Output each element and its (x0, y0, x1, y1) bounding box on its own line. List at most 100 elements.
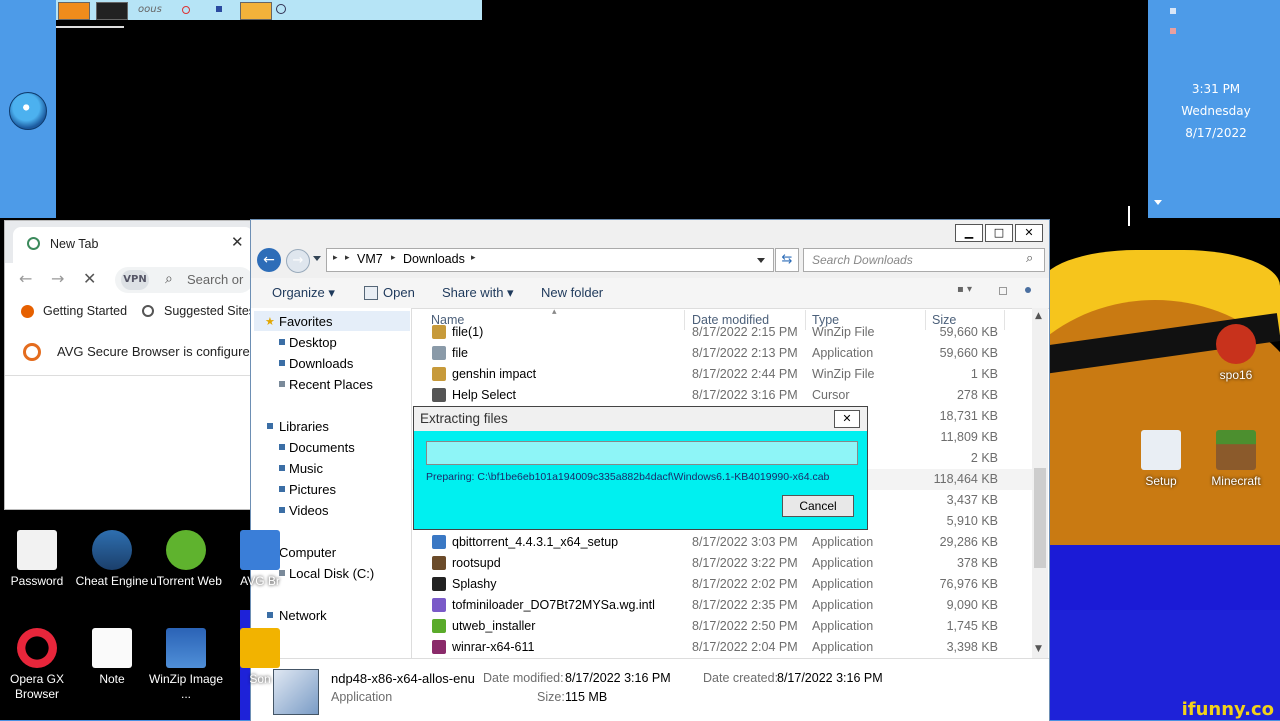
desktop-icon-app[interactable]: Son (222, 628, 298, 687)
address-placeholder: Search or (187, 272, 244, 287)
taskbar-button[interactable] (96, 2, 128, 20)
vpn-icon[interactable]: VPN (121, 270, 149, 290)
nav-documents[interactable]: Documents (289, 440, 355, 455)
address-bar[interactable]: VPN ⌕ Search or (115, 267, 253, 293)
bookmark-getting-started[interactable]: Getting Started (43, 304, 127, 318)
file-icon (432, 367, 446, 381)
desktop-icon-note[interactable]: Note (74, 628, 150, 687)
close-button[interactable]: ✕ (1015, 224, 1043, 242)
table-row[interactable]: winrar-x64-611 8/17/2022 2:04 PM Applicati… (412, 637, 1032, 658)
file-name: winrar-x64-611 (452, 640, 535, 654)
forward-arrow-icon[interactable]: → (51, 269, 64, 288)
network-icon (267, 612, 273, 618)
close-tab-icon[interactable]: ✕ (231, 233, 244, 251)
desktop-icon-document[interactable]: Password (0, 530, 75, 589)
search-icon[interactable] (276, 4, 286, 14)
maximize-button[interactable]: □ (985, 224, 1013, 242)
dialog-status: Preparing: C:\bf1be6eb101a194009c335a882… (426, 471, 830, 483)
scrollbar-thumb[interactable] (1034, 468, 1046, 568)
chevron-down-icon[interactable] (757, 258, 765, 263)
preview-pane-icon[interactable] (999, 287, 1007, 295)
nav-libraries[interactable]: Libraries (279, 419, 329, 434)
chevron-down-icon[interactable] (313, 256, 321, 261)
open-button[interactable]: Open (383, 285, 415, 300)
pictures-icon (279, 486, 285, 492)
table-row[interactable]: file(1) 8/17/2022 2:15 PM WinZip File 59,66… (412, 322, 1032, 343)
table-row[interactable]: utweb_installer 8/17/2022 2:50 PM Applicat… (412, 616, 1032, 637)
table-row[interactable]: Splashy 8/17/2022 2:02 PM Application 76,97… (412, 574, 1032, 595)
nav-favorites[interactable]: Favorites (279, 314, 332, 329)
table-row[interactable]: Help Select 8/17/2022 3:16 PM Cursor 278 KB (412, 385, 1032, 406)
file-size: 118,464 KB (933, 472, 998, 486)
nav-pictures[interactable]: Pictures (289, 482, 336, 497)
record-icon[interactable] (182, 6, 190, 14)
cancel-button[interactable]: Cancel (782, 495, 854, 517)
back-arrow-icon[interactable]: ← (19, 269, 32, 288)
file-name: file (452, 346, 468, 360)
table-row[interactable]: file 8/17/2022 2:13 PM Application 59,660 K… (412, 343, 1032, 364)
table-row[interactable]: genshin impact 8/17/2022 2:44 PM WinZip Fi… (412, 364, 1032, 385)
tray-icon[interactable] (1170, 28, 1176, 34)
dialog-titlebar[interactable]: Extracting files ✕ (414, 407, 867, 431)
desktop-icon-avg[interactable]: AVG Br (222, 530, 298, 589)
views-icon[interactable]: ▪ ▾ (957, 284, 972, 295)
desktop-icon-cheat-engine[interactable]: Cheat Engine (74, 530, 150, 589)
desktop-icon-setup[interactable]: Setup (1123, 430, 1199, 489)
taskbar-button[interactable] (58, 2, 90, 20)
nav-videos[interactable]: Videos (289, 503, 329, 518)
help-icon[interactable] (1025, 287, 1031, 293)
scroll-up-icon[interactable]: ▲ (1035, 311, 1042, 321)
scroll-down-icon[interactable]: ▼ (1035, 644, 1042, 654)
file-type: Application (812, 619, 874, 633)
table-row[interactable]: tofminiloader_DO7Bt72MYSa.wg.intl 8/17/20… (412, 595, 1032, 616)
forward-arrow-icon[interactable]: → (286, 249, 310, 273)
minimize-button[interactable]: ▁ (955, 224, 983, 242)
table-row[interactable]: rootsupd 8/17/2022 3:22 PM Application 378 … (412, 553, 1032, 574)
tab-new-tab[interactable]: New Tab ✕ (13, 227, 253, 263)
taskbar-strip: oous (56, 0, 482, 20)
table-row[interactable]: qbittorrent_4.4.3.1_x64_setup 8/17/2022 3… (412, 532, 1032, 553)
explorer-titlebar[interactable]: ▁ □ ✕ (251, 220, 1049, 244)
search-icon[interactable]: ⌕ (1026, 251, 1033, 266)
search-input[interactable]: Search Downloads ⌕ (803, 248, 1045, 272)
nav-desktop[interactable]: Desktop (289, 335, 337, 350)
sort-up-icon: ▴ (552, 308, 557, 317)
desktop-icon-utorrent[interactable]: uTorrent Web (148, 530, 224, 589)
desktop-icon-label: spo16 (1219, 368, 1253, 382)
nav-local-disk[interactable]: Local Disk (C:) (289, 566, 374, 581)
progress-fill (427, 442, 857, 464)
back-arrow-icon[interactable]: ← (257, 248, 281, 272)
tray-icon[interactable] (1170, 8, 1176, 14)
file-size: 278 KB (956, 388, 998, 402)
breadcrumb-downloads[interactable]: Downloads (403, 252, 465, 266)
desktop-icon-winzip[interactable]: WinZip Image ... (148, 628, 224, 702)
open-label: Open (383, 285, 415, 300)
desktop-icon-spo16[interactable]: spo16 (1198, 324, 1274, 383)
nav-network[interactable]: Network (279, 608, 327, 623)
taskbar-button[interactable] (240, 2, 272, 20)
refresh-icon[interactable]: ⇆ (775, 248, 799, 272)
minecraft-icon (1216, 430, 1256, 470)
clock-time: 3:31 PM (1191, 82, 1241, 96)
desktop-icon-opera[interactable]: Opera GX Browser (0, 628, 75, 702)
system-clock[interactable]: 3:31 PM Wednesday 8/17/2022 (1150, 78, 1280, 144)
address-bar[interactable]: ▸ ▸ VM7 ▸ Downloads ▸ (326, 248, 774, 272)
breadcrumb-vm7[interactable]: VM7 (357, 252, 383, 266)
facebook-icon[interactable] (216, 6, 222, 12)
organize-button[interactable]: Organize ▾ (272, 285, 335, 301)
chevron-right-icon: ▸ (391, 253, 396, 263)
desktop-icon-minecraft[interactable]: Minecraft (1198, 430, 1274, 489)
share-with-button[interactable]: Share with ▾ (442, 285, 514, 301)
bookmark-suggested-sites[interactable]: Suggested Sites (164, 304, 255, 318)
black-window-area (56, 0, 1148, 218)
nav-recent-places[interactable]: Recent Places (289, 377, 373, 392)
new-folder-button[interactable]: New folder (541, 285, 603, 300)
chevron-down-icon[interactable] (1154, 200, 1162, 205)
start-button-icon[interactable] (9, 92, 47, 130)
close-icon[interactable]: ✕ (834, 410, 860, 428)
nav-downloads[interactable]: Downloads (289, 356, 353, 371)
search-placeholder: Search Downloads (812, 253, 913, 267)
scrollbar[interactable]: ▲ ▼ (1032, 308, 1048, 658)
nav-music[interactable]: Music (289, 461, 323, 476)
stop-loading-icon[interactable]: ✕ (83, 269, 96, 288)
